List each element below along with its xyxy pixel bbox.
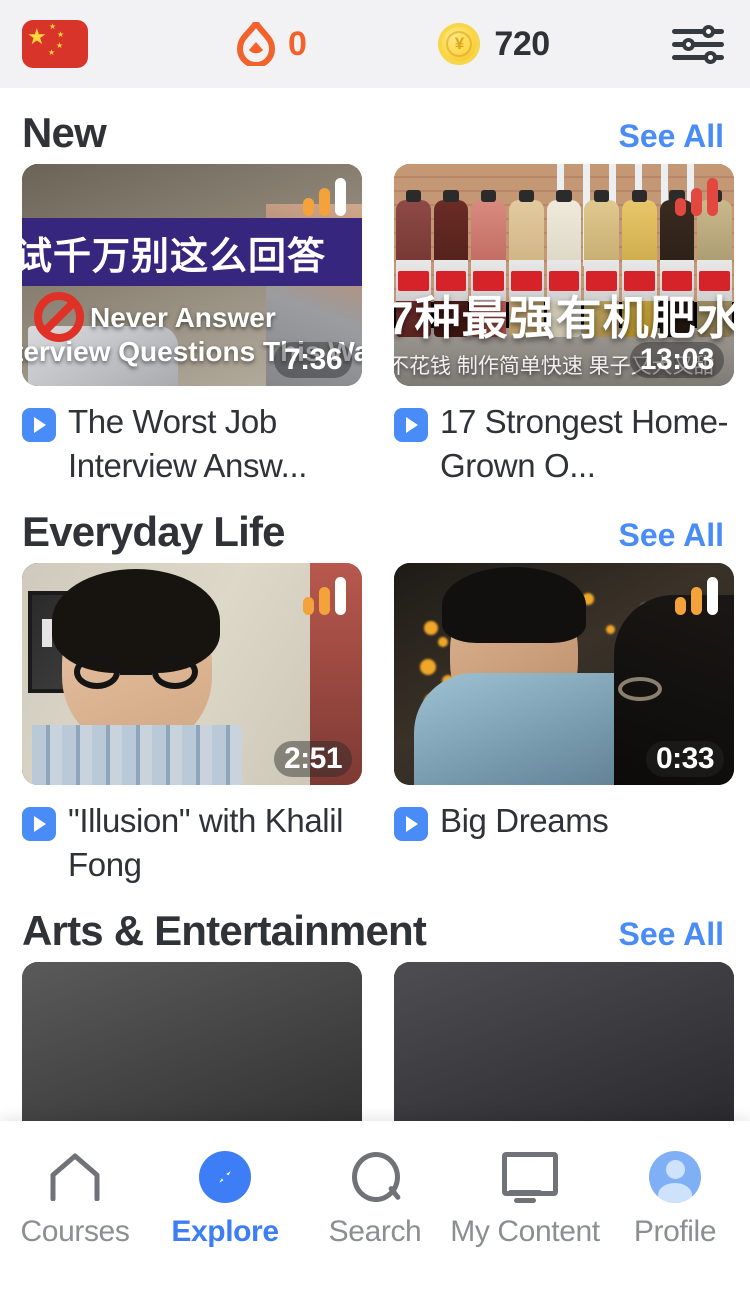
video-thumbnail[interactable]: 0:33 bbox=[394, 563, 734, 786]
section-header: Everyday Life See All bbox=[0, 501, 750, 563]
china-flag-icon[interactable]: ★ ★ ★ ★ ★ bbox=[22, 20, 88, 68]
app-screen: ★ ★ ★ ★ ★ 0 ¥ 720 New See All 试千万别这么回答 N… bbox=[0, 0, 750, 1297]
video-title-row[interactable]: Big Dreams bbox=[394, 785, 734, 843]
video-card-partial[interactable] bbox=[22, 962, 362, 1121]
flag-star-3: ★ bbox=[56, 41, 64, 50]
video-title: Big Dreams bbox=[440, 802, 609, 840]
section-header: New See All bbox=[0, 102, 750, 164]
carousel-arts-entertainment[interactable] bbox=[0, 962, 750, 1121]
video-duration: 13:03 bbox=[629, 342, 724, 378]
video-thumbnail[interactable] bbox=[22, 962, 362, 1121]
thumbnail-en-line1: Never Answer bbox=[90, 302, 276, 333]
flag-star-large: ★ bbox=[27, 24, 47, 49]
video-card[interactable]: 试千万别这么回答 Never Answer terview Questions … bbox=[22, 164, 362, 487]
thumbnail-art bbox=[22, 962, 362, 1121]
section-title: New bbox=[22, 109, 107, 156]
tab-label: My Content bbox=[450, 1215, 600, 1248]
coin-icon: ¥ bbox=[438, 23, 481, 65]
flag-star-4: ★ bbox=[48, 48, 56, 57]
section-arts-entertainment: Arts & Entertainment See All bbox=[0, 900, 750, 1121]
flag-star-1: ★ bbox=[49, 22, 57, 31]
carousel-new[interactable]: 试千万别这么回答 Never Answer terview Questions … bbox=[0, 164, 750, 487]
video-title: 17 Strongest Home-Grown O... bbox=[440, 403, 729, 484]
see-all-new[interactable]: See All bbox=[618, 105, 724, 167]
see-all-arts-entertainment[interactable]: See All bbox=[618, 903, 724, 965]
video-card[interactable]: 2:51 "Illusion" with Khalil Fong bbox=[22, 563, 362, 886]
difficulty-level-icon bbox=[303, 178, 346, 216]
tab-label: Search bbox=[328, 1215, 422, 1248]
video-duration: 7:36 bbox=[273, 342, 352, 378]
flame-icon bbox=[236, 20, 276, 68]
coin-glyph: ¥ bbox=[454, 34, 465, 53]
play-icon[interactable] bbox=[22, 408, 56, 442]
streak-counter[interactable]: 0 bbox=[236, 20, 307, 68]
coin-counter[interactable]: ¥ 720 bbox=[438, 23, 550, 65]
bottom-tab-bar: Courses Explore Search My Content Profil… bbox=[0, 1121, 750, 1297]
explore-scroll-area[interactable]: New See All 试千万别这么回答 Never Answer tervie… bbox=[0, 88, 750, 1121]
tab-profile[interactable]: Profile bbox=[600, 1149, 750, 1249]
video-title: The Worst Job Interview Answ... bbox=[68, 403, 307, 484]
compass-icon bbox=[199, 1149, 251, 1205]
thumbnail-art bbox=[394, 962, 734, 1121]
video-thumbnail[interactable]: 7种最强有机肥水 不花钱 制作简单快速 果子又大又甜 13:03 bbox=[394, 164, 734, 386]
app-header: ★ ★ ★ ★ ★ 0 ¥ 720 bbox=[0, 0, 750, 88]
play-icon[interactable] bbox=[22, 807, 56, 842]
play-icon[interactable] bbox=[394, 807, 428, 842]
no-entry-icon bbox=[34, 292, 84, 342]
difficulty-level-icon bbox=[303, 577, 346, 616]
section-title: Everyday Life bbox=[22, 508, 286, 556]
section-header: Arts & Entertainment See All bbox=[0, 900, 750, 962]
carousel-everyday-life[interactable]: 2:51 "Illusion" with Khalil Fong 0:33 Bi… bbox=[0, 563, 750, 886]
video-card[interactable]: 7种最强有机肥水 不花钱 制作简单快速 果子又大又甜 13:03 17 Stro… bbox=[394, 164, 734, 487]
tab-label: Courses bbox=[20, 1215, 130, 1248]
video-card[interactable]: 0:33 Big Dreams bbox=[394, 563, 734, 886]
video-title: "Illusion" with Khalil Fong bbox=[68, 802, 344, 883]
search-icon bbox=[350, 1149, 400, 1205]
video-card-partial[interactable] bbox=[394, 962, 734, 1121]
section-everyday-life: Everyday Life See All 2:51 "Illusion" wi… bbox=[0, 501, 750, 886]
video-duration: 0:33 bbox=[645, 741, 724, 778]
home-icon bbox=[48, 1149, 102, 1205]
tab-label: Profile bbox=[633, 1215, 717, 1248]
see-all-everyday-life[interactable]: See All bbox=[618, 504, 724, 566]
streak-value: 0 bbox=[288, 24, 307, 63]
avatar-icon bbox=[649, 1149, 701, 1205]
video-title-row[interactable]: 17 Strongest Home-Grown O... bbox=[394, 386, 734, 487]
difficulty-level-icon bbox=[675, 577, 718, 616]
thumbnail-cn-text: 试千万别这么回答 bbox=[22, 235, 327, 278]
flag-star-2: ★ bbox=[57, 30, 65, 39]
video-title-row[interactable]: The Worst Job Interview Answ... bbox=[22, 386, 362, 487]
tab-courses[interactable]: Courses bbox=[0, 1149, 150, 1249]
video-title-row[interactable]: "Illusion" with Khalil Fong bbox=[22, 785, 362, 886]
section-title: Arts & Entertainment bbox=[22, 907, 427, 955]
sliders-icon[interactable] bbox=[672, 24, 724, 64]
coin-value: 720 bbox=[494, 24, 550, 63]
difficulty-level-icon bbox=[675, 178, 718, 216]
video-duration: 2:51 bbox=[273, 741, 352, 778]
play-icon[interactable] bbox=[394, 408, 428, 442]
video-thumbnail[interactable]: 2:51 bbox=[22, 563, 362, 786]
thumbnail-banner: 试千万别这么回答 bbox=[22, 218, 362, 286]
video-thumbnail[interactable]: 试千万别这么回答 Never Answer terview Questions … bbox=[22, 164, 362, 386]
tab-search[interactable]: Search bbox=[300, 1149, 450, 1249]
video-thumbnail[interactable] bbox=[394, 962, 734, 1121]
monitor-icon bbox=[498, 1149, 558, 1205]
tab-explore[interactable]: Explore bbox=[150, 1149, 300, 1249]
tab-my-content[interactable]: My Content bbox=[450, 1149, 600, 1249]
thumbnail-cn-text: 7种最强有机肥水 bbox=[394, 292, 734, 344]
tab-label: Explore bbox=[171, 1215, 279, 1248]
section-new: New See All 试千万别这么回答 Never Answer tervie… bbox=[0, 102, 750, 487]
